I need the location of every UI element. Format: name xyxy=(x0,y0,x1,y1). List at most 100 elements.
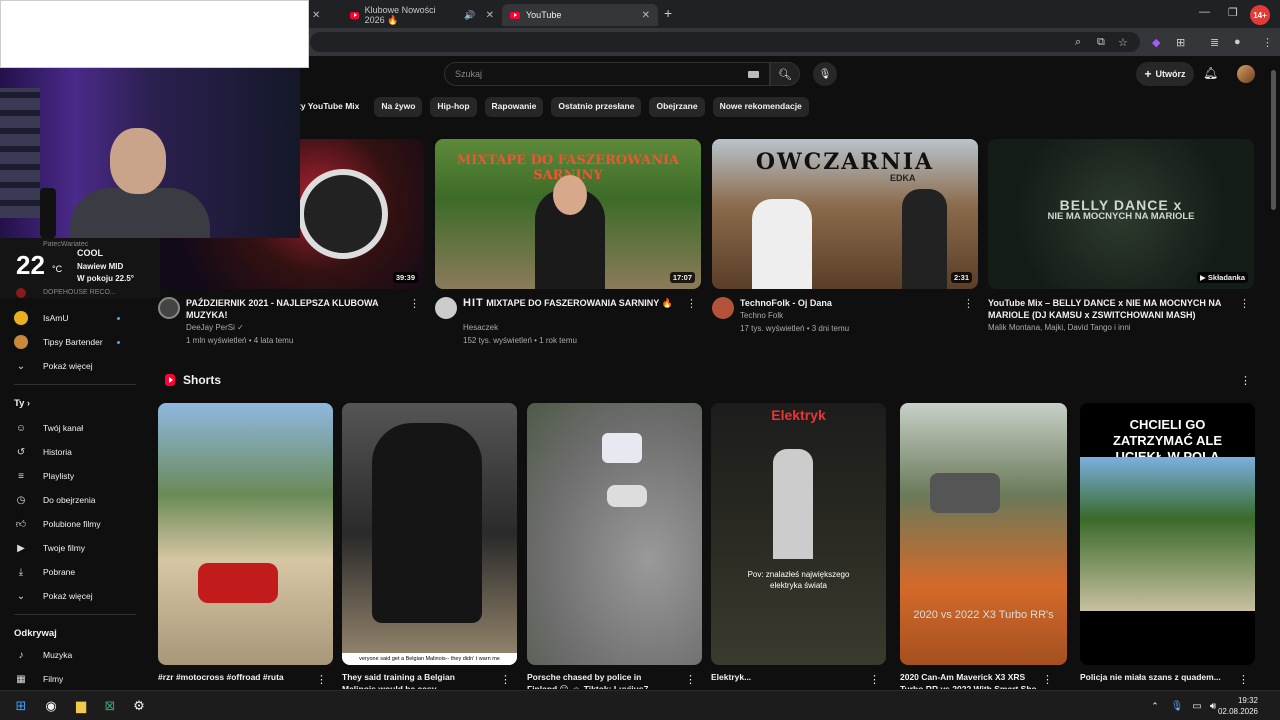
short-card[interactable]: Porsche chased by police in Finland 😮 🚓 … xyxy=(527,403,702,689)
scrollbar[interactable] xyxy=(1271,70,1276,210)
short-title[interactable]: #rzr #motocross #offroad #ruta xyxy=(158,671,318,687)
sidebar-item-your-videos[interactable]: ▶ Twoje filmy xyxy=(14,538,134,558)
app-icon[interactable]: ⊠ xyxy=(101,697,119,715)
bookmark-icon[interactable]: ☆ xyxy=(1118,36,1128,49)
search-button[interactable]: 🔍︎ xyxy=(770,62,800,86)
bell-icon[interactable]: 🔔︎ xyxy=(1203,66,1218,80)
video-title[interactable]: HIT MIXTAPE DO FASZEROWANIA SARNINY 🔥 xyxy=(463,297,683,309)
webcam-overlay xyxy=(0,68,300,238)
channel-avatar[interactable] xyxy=(435,297,457,319)
sidebar-item-music[interactable]: ♪ Muzyka xyxy=(14,645,134,665)
zoom-icon[interactable]: ⌕ xyxy=(1075,36,1081,49)
install-icon[interactable]: ⧉ xyxy=(1097,36,1105,49)
more-icon[interactable]: ⋮ xyxy=(686,297,697,310)
short-card[interactable]: #rzr #motocross #offroad #ruta ⋮ xyxy=(158,403,333,686)
close-icon[interactable]: ✕ xyxy=(312,4,334,26)
channel-name[interactable]: Techno Folk xyxy=(740,311,783,320)
new-tab-icon[interactable]: + xyxy=(664,5,672,21)
chip-live[interactable]: Na żywo xyxy=(374,97,423,117)
chip-watched[interactable]: Obejrzane xyxy=(649,97,705,117)
sidebar-item-watch-later[interactable]: ◷ Do obejrzenia xyxy=(14,490,134,510)
video-card[interactable]: MIXTAPE DO FASZEROWANIA SARNINY 17:07 HI… xyxy=(435,139,701,347)
sidebar-item-liked[interactable]: 👍︎ Polubione filmy xyxy=(14,514,134,534)
video-thumbnail[interactable]: OWCZARNIA EDKA 2:31 xyxy=(712,139,978,289)
minimize-icon[interactable]: — xyxy=(1199,6,1210,18)
more-icon[interactable]: ⋮ xyxy=(963,297,974,310)
video-card[interactable]: OWCZARNIA EDKA 2:31 TechnoFolk - Oj Dana… xyxy=(712,139,978,347)
video-thumbnail[interactable]: BELLY DANCE x NIE MA MOCNYCH NA MARIOLE … xyxy=(988,139,1254,289)
folder-icon[interactable]: ▆ xyxy=(72,697,90,715)
chip-youtube-mix[interactable]: ty YouTube Mix xyxy=(298,97,366,117)
channel-avatar[interactable] xyxy=(712,297,734,319)
chip-new[interactable]: Nowe rekomendacje xyxy=(712,97,809,117)
extensions-puzzle-icon[interactable]: ⊞ xyxy=(1176,36,1185,49)
more-icon[interactable]: ⋮ xyxy=(685,673,696,686)
sidebar-item-downloads[interactable]: ⤓ Pobrane xyxy=(14,562,134,582)
video-card[interactable]: BELLY DANCE x NIE MA MOCNYCH NA MARIOLE … xyxy=(988,139,1254,347)
more-icon[interactable]: ⋮ xyxy=(1238,673,1249,686)
close-icon[interactable]: ✕ xyxy=(642,10,650,21)
speaker-icon[interactable]: 🔊 xyxy=(464,10,475,21)
voice-search-button[interactable]: 🎙︎ xyxy=(813,62,837,86)
settings-icon[interactable]: ⚙ xyxy=(130,697,148,715)
sidebar-you-heading[interactable]: Ty › xyxy=(14,398,30,409)
short-card[interactable]: veryone said get a Belgian Malinois-- th… xyxy=(342,403,517,689)
sidebar-item-show-more[interactable]: ⌄ Pokaż więcej xyxy=(14,586,134,606)
video-title[interactable]: PAŹDZIERNIK 2021 - NAJLEPSZA KLUBOWA MUZ… xyxy=(186,297,406,321)
short-thumbnail[interactable] xyxy=(158,403,333,665)
video-thumbnail[interactable]: MIXTAPE DO FASZEROWANIA SARNINY 17:07 xyxy=(435,139,701,289)
short-thumbnail[interactable] xyxy=(527,403,702,665)
more-icon[interactable]: ⋮ xyxy=(500,673,511,686)
sidebar-item-history[interactable]: ↺ Historia xyxy=(14,442,134,462)
sidebar-item-tipsy[interactable]: Tipsy Bartender xyxy=(14,332,134,352)
keyboard-icon[interactable] xyxy=(748,71,759,78)
close-icon[interactable]: ✕ xyxy=(486,10,494,21)
sidebar-item-isamu[interactable]: IsAmU xyxy=(14,308,134,328)
address-bar[interactable] xyxy=(310,32,1140,52)
short-thumbnail[interactable]: veryone said get a Belgian Malinois-- th… xyxy=(342,403,517,665)
channel-name[interactable]: Malik Montana, Majki, David Tango i inni xyxy=(988,323,1131,332)
chip-rap[interactable]: Rapowanie xyxy=(484,97,544,117)
short-card[interactable]: 2020 vs 2022 X3 Turbo RR's 2020 Can-Am M… xyxy=(900,403,1067,689)
short-title[interactable]: Policja nie miała szans z quadem... xyxy=(1080,671,1240,687)
channel-avatar[interactable] xyxy=(158,297,180,319)
profile-icon[interactable]: ● xyxy=(1234,36,1241,48)
channel-name[interactable]: DeeJay PerSi ✓ xyxy=(186,323,244,332)
system-clock[interactable]: 19:32 02.08.2026 xyxy=(1218,695,1258,717)
short-card[interactable]: CHCIELI GO ZATRZYMAĆ ALE UCIEKŁ W POLA P… xyxy=(1080,403,1255,686)
chrome-icon[interactable]: ◉ xyxy=(42,697,60,715)
search-input[interactable]: Szukaj xyxy=(444,62,770,86)
short-thumbnail[interactable]: Elektryk Pov: znalazłeś największego ele… xyxy=(711,403,886,665)
short-thumbnail[interactable]: 2020 vs 2022 X3 Turbo RR's xyxy=(900,403,1067,665)
chip-hiphop[interactable]: Hip-hop xyxy=(430,97,477,117)
more-icon[interactable]: ⋮ xyxy=(409,297,420,310)
sidebar-item-playlists[interactable]: ≡ Playlisty xyxy=(14,466,134,486)
sidebar-item-films[interactable]: ▦ Filmy xyxy=(14,669,134,689)
mic-icon[interactable]: 🎙︎ xyxy=(1168,697,1186,715)
sidebar-item-channel[interactable]: ☺ Twój kanał xyxy=(14,418,134,438)
more-icon[interactable]: ⋮ xyxy=(1042,673,1053,686)
menu-icon[interactable]: ⋮ xyxy=(1262,36,1273,49)
media-icon[interactable]: ≣ xyxy=(1210,36,1219,49)
video-title[interactable]: YouTube Mix – BELLY DANCE x NIE MA MOCNY… xyxy=(988,297,1228,321)
short-thumbnail[interactable]: CHCIELI GO ZATRZYMAĆ ALE UCIEKŁ W POLA xyxy=(1080,403,1255,665)
create-button[interactable]: + Utwórz xyxy=(1136,62,1194,86)
extension-icon[interactable]: ◆ xyxy=(1152,36,1160,49)
clock-time: 19:32 xyxy=(1237,696,1258,705)
more-icon[interactable]: ⋮ xyxy=(869,673,880,686)
windows-start-icon[interactable]: ⊞ xyxy=(12,697,30,715)
avatar[interactable] xyxy=(1237,65,1255,83)
more-icon[interactable]: ⋮ xyxy=(316,673,327,686)
tab-klubowe[interactable]: Klubowe Nowości 2026 🔥 🔊 ✕ xyxy=(342,4,502,26)
tab-youtube[interactable]: YouTube ✕ xyxy=(502,4,658,26)
video-title[interactable]: TechnoFolk - Oj Dana xyxy=(740,297,960,309)
more-icon[interactable]: ⋮ xyxy=(1240,374,1251,387)
short-card[interactable]: Elektryk Pov: znalazłeś największego ele… xyxy=(711,403,886,686)
sidebar-show-more[interactable]: ⌄ Pokaż więcej xyxy=(14,356,134,376)
channel-name[interactable]: Hesaczek xyxy=(463,323,498,332)
maximize-icon[interactable]: ❐ xyxy=(1228,6,1238,19)
short-title[interactable]: Elektryk... xyxy=(711,671,871,687)
chip-recent[interactable]: Ostatnio przesłane xyxy=(551,97,642,117)
chevron-up-icon[interactable]: ⌃ xyxy=(1146,697,1164,715)
more-icon[interactable]: ⋮ xyxy=(1239,297,1250,310)
